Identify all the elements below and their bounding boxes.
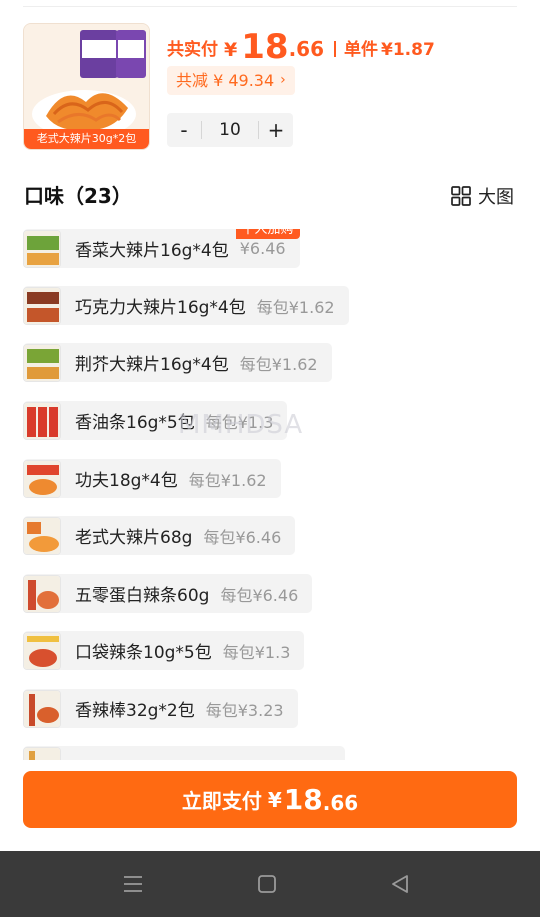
pay-now-amount-decimal: .66 bbox=[322, 790, 359, 815]
flavor-option-thumbnail bbox=[23, 286, 61, 325]
flavor-thumb-image bbox=[24, 517, 60, 554]
increase-quantity-button[interactable]: + bbox=[259, 113, 293, 147]
flavor-option[interactable]: 香辣棒32g*2包 每包¥3.23 bbox=[23, 689, 298, 728]
flavor-option-thumbnail bbox=[23, 574, 61, 613]
flavor-option-thumbnail bbox=[23, 746, 61, 760]
flavor-option-thumbnail bbox=[23, 631, 61, 670]
flavor-option-thumbnail bbox=[23, 401, 61, 440]
flavor-option-thumbnail bbox=[23, 343, 61, 382]
flavor-option[interactable]: 功夫18g*4包 每包¥1.62 bbox=[23, 459, 281, 498]
flavor-option-price: 每包¥6.46 bbox=[220, 585, 299, 605]
flavor-option[interactable]: 巧克力大辣片16g*4包 每包¥1.62 bbox=[23, 286, 349, 325]
watermark: MMHDSA bbox=[178, 410, 304, 440]
flavor-options-list[interactable]: 香菜大辣片16g*4包 ¥6.46 千人加购 巧克力大辣片16g*4包 每包¥1… bbox=[23, 229, 517, 760]
flavor-option[interactable]: 口袋辣条10g*5包 每包¥1.3 bbox=[23, 631, 305, 670]
price-divider bbox=[334, 41, 336, 57]
flavor-option-price: 每包¥6.46 bbox=[203, 527, 282, 547]
product-thumbnail-caption: 老式大辣片30g*2包 bbox=[24, 129, 149, 149]
unit-price-value: ¥1.87 bbox=[381, 40, 435, 60]
flavor-option-name: 香辣棒32g*2包 bbox=[75, 701, 195, 721]
flavor-thumb-image bbox=[24, 344, 60, 381]
discount-text: 共减 ¥ 49.34 bbox=[176, 71, 275, 90]
flavor-option-name: 老式大辣片68g bbox=[75, 528, 193, 548]
popular-badge: 千人加购 bbox=[235, 229, 300, 239]
total-price-currency: ¥ bbox=[224, 39, 238, 61]
flavor-option-price: 每包¥3.23 bbox=[205, 700, 284, 720]
flavor-option-name: 香油条16g*5包 bbox=[75, 413, 195, 433]
total-price-label: 共实付 bbox=[167, 40, 218, 60]
total-price-decimal: .66 bbox=[288, 37, 324, 61]
menu-icon[interactable] bbox=[121, 872, 145, 896]
pay-now-button[interactable]: 立即支付 ¥ 18 .66 bbox=[23, 771, 517, 828]
flavor-option-price: 每包¥1.62 bbox=[239, 354, 318, 374]
flavor-option[interactable]: 荆芥大辣片16g*4包 每包¥1.62 bbox=[23, 343, 332, 382]
total-price-integer: 18 bbox=[241, 27, 289, 67]
flavor-option-price: 每包¥1.62 bbox=[188, 470, 267, 490]
flavor-thumb-image bbox=[24, 632, 60, 669]
flavor-option[interactable]: 香菜大辣片16g*4包 ¥6.46 千人加购 bbox=[23, 229, 300, 268]
price-summary: 共实付 ¥ 18 .66 单件 ¥1.87 bbox=[167, 20, 435, 66]
large-view-toggle[interactable]: 大图 bbox=[451, 183, 514, 209]
flavor-option[interactable]: 五零蛋白辣条60g 每包¥6.46 bbox=[23, 574, 313, 613]
back-triangle-icon[interactable] bbox=[388, 872, 412, 896]
flavor-option-thumbnail bbox=[23, 459, 61, 498]
top-divider bbox=[23, 6, 517, 7]
grid-icon bbox=[451, 186, 471, 206]
pay-now-currency: ¥ bbox=[267, 787, 282, 812]
flavor-thumb-image bbox=[24, 230, 60, 267]
home-square-icon[interactable] bbox=[255, 872, 279, 896]
flavor-section-title: 口味（23） bbox=[24, 184, 132, 208]
flavor-option-name: 口袋辣条10g*5包 bbox=[75, 643, 212, 663]
flavor-option-name: 荆芥大辣片16g*4包 bbox=[75, 355, 229, 375]
flavor-option-name: 功夫18g*4包 bbox=[75, 471, 178, 491]
flavor-option-thumbnail bbox=[23, 229, 61, 268]
system-navigation-bar bbox=[0, 851, 540, 917]
flavor-option-thumbnail bbox=[23, 516, 61, 555]
product-thumbnail[interactable]: 老式大辣片30g*2包 bbox=[23, 23, 150, 150]
flavor-option-price: ¥6.46 bbox=[239, 239, 286, 258]
flavor-option-price: 每包¥1.62 bbox=[256, 297, 335, 317]
pay-now-label: 立即支付 bbox=[181, 789, 262, 813]
flavor-option-price: 每包¥1.3 bbox=[222, 642, 291, 662]
flavor-thumb-image bbox=[24, 402, 60, 439]
flavor-option-thumbnail bbox=[23, 689, 61, 728]
chevron-right-icon: › bbox=[280, 72, 286, 88]
flavor-thumb-image bbox=[24, 287, 60, 324]
pay-now-amount-integer: 18 bbox=[283, 783, 323, 816]
flavor-option-name: 巧克力大辣片16g*4包 bbox=[75, 298, 246, 318]
flavor-option[interactable]: 老式大辣片68g 每包¥6.46 bbox=[23, 516, 296, 555]
quantity-stepper: - 10 + bbox=[167, 113, 293, 147]
discount-detail-button[interactable]: 共减 ¥ 49.34 › bbox=[167, 66, 295, 95]
quantity-input[interactable]: 10 bbox=[201, 121, 259, 139]
unit-price-label: 单件 bbox=[344, 40, 378, 60]
flavor-thumb-image bbox=[24, 460, 60, 497]
large-view-label: 大图 bbox=[478, 187, 514, 208]
flavor-thumb-image bbox=[24, 690, 60, 727]
flavor-option[interactable] bbox=[23, 746, 345, 760]
flavor-thumb-image bbox=[24, 747, 60, 760]
flavor-option-name: 五零蛋白辣条60g bbox=[75, 586, 210, 606]
flavor-option-name: 香菜大辣片16g*4包 bbox=[75, 241, 229, 261]
decrease-quantity-button[interactable]: - bbox=[167, 113, 201, 147]
flavor-thumb-image bbox=[24, 575, 60, 612]
